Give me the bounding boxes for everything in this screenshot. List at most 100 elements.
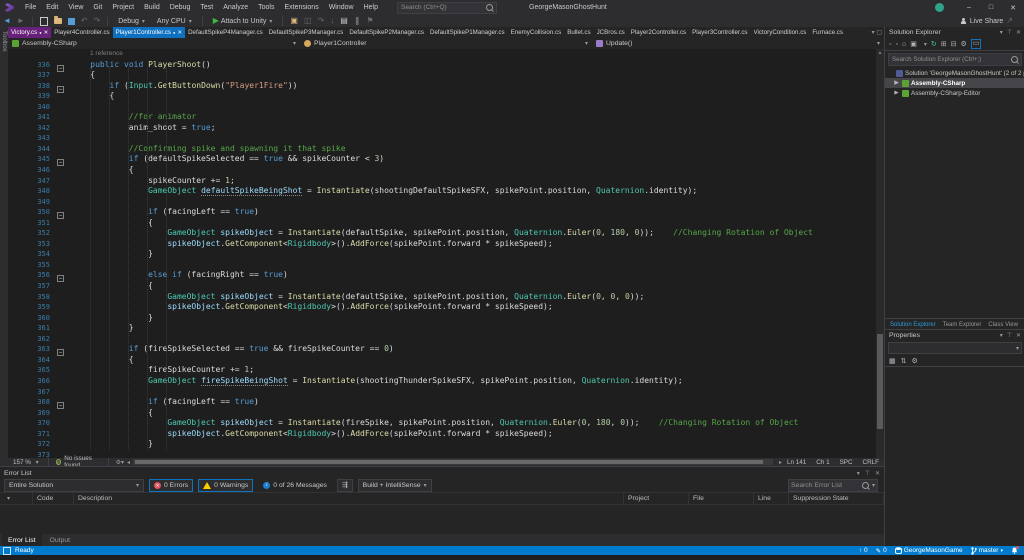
breakpoint-margin[interactable] [8,334,26,345]
breakpoint-margin[interactable] [8,429,26,440]
close-icon[interactable]: ✕ [1016,29,1021,36]
breakpoint-window-icon[interactable]: ◫ [304,16,312,26]
breakpoint-margin[interactable] [8,260,26,271]
window-position-icon[interactable]: ▾ [1000,332,1003,339]
breakpoint-margin[interactable] [8,344,26,355]
menu-extensions[interactable]: Extensions [279,4,323,11]
column-header[interactable]: Code [33,493,74,504]
breakpoint-margin[interactable] [8,397,26,408]
document-tab[interactable]: Player4Controller.cs [51,27,112,38]
code-cleanup-icon[interactable]: ⚙▾ [116,459,124,466]
minimize-button[interactable]: – [958,0,980,15]
breakpoint-margin[interactable] [8,197,26,208]
breakpoint-margin[interactable] [8,91,26,102]
tool-window-tab[interactable]: Output [44,534,76,546]
open-file-icon[interactable] [54,18,62,24]
code-editor[interactable]: 1 reference336− public void PlayerShoot(… [8,49,876,458]
window-position-icon[interactable]: ▾ [857,470,860,477]
menu-file[interactable]: File [20,4,41,11]
document-tab[interactable]: Victory.cs●✕ [8,27,51,38]
editor-horizontal-scrollbar[interactable] [133,459,773,465]
codelens-row[interactable]: 1 reference [8,49,876,60]
tab-list-chevron-icon[interactable]: ▾ [872,29,875,36]
breakpoint-margin[interactable] [8,239,26,250]
redo-icon[interactable]: ↷ [94,16,101,26]
push-count[interactable]: ↑0 [859,547,868,554]
messages-toggle[interactable]: i 0 of 26 Messages [258,479,332,492]
breakpoint-margin[interactable] [8,408,26,419]
background-tasks-icon[interactable] [3,547,11,555]
float-window-icon[interactable]: ▢ [876,29,882,36]
breakpoint-margin[interactable] [8,302,26,313]
close-button[interactable]: ✕ [1002,0,1024,15]
tree-item[interactable]: Solution 'GeorgeMasonGhostHunt' (2 of 2 … [885,68,1024,78]
tree-item[interactable]: ▶Assembly-CSharp [885,78,1024,88]
preview-selected-items-icon[interactable]: ▭ [971,39,982,49]
column-header[interactable]: File [689,493,754,504]
solution-configuration-dropdown[interactable]: Debug▾ [114,16,149,26]
column-header[interactable]: ▾ [0,493,33,504]
breakpoint-margin[interactable] [8,249,26,260]
column-header[interactable]: Description [74,493,624,504]
scroll-up-icon[interactable]: ▲ [876,49,884,57]
member-dropdown[interactable]: Update() ▾ [592,38,884,49]
notifications-bell-icon[interactable] [1011,547,1018,554]
document-tab[interactable]: Player2Controller.cs [628,27,689,38]
maximize-button[interactable]: □ [980,0,1002,15]
menu-window[interactable]: Window [324,4,359,11]
menu-git[interactable]: Git [88,4,107,11]
new-file-icon[interactable] [40,17,48,26]
document-tab[interactable]: DefaultSpikeP2Manager.cs [346,27,427,38]
solution-platform-dropdown[interactable]: Any CPU▾ [153,16,196,26]
breakpoint-margin[interactable] [8,323,26,334]
refresh-icon[interactable]: ⊞ [941,40,947,48]
zoom-level-dropdown[interactable]: 157 % ▾ [13,459,39,466]
scope-dropdown[interactable]: Entire Solution▾ [4,479,144,492]
menu-test[interactable]: Test [195,4,218,11]
document-tab[interactable]: JCBros.cs [594,27,628,38]
breakpoint-margin[interactable] [8,281,26,292]
branch-selector[interactable]: master▾ [971,547,1003,555]
breakpoint-margin[interactable] [8,355,26,366]
document-tab[interactable]: DefaultSpikeP4Manager.cs [185,27,266,38]
solution-explorer-search-box[interactable]: Search Solution Explorer (Ctrl+;) [888,53,1022,66]
document-tab[interactable]: DefaultSpikeP3Manager.cs [266,27,347,38]
close-tab-icon[interactable]: ✕ [177,30,182,36]
breakpoint-margin[interactable] [8,165,26,176]
breakpoint-margin[interactable] [8,133,26,144]
error-list-search-box[interactable]: Search Error List ▾ [788,479,878,492]
panel-tab[interactable]: Team Explorer [940,322,985,328]
home-icon[interactable]: ⌂ [902,41,906,48]
menu-build[interactable]: Build [139,4,165,11]
breakpoint-margin[interactable] [8,218,26,229]
project-dropdown[interactable]: Assembly-CSharp ▾ [8,38,300,49]
alphabetical-icon[interactable]: ⇅ [901,357,907,365]
breakpoint-margin[interactable] [8,365,26,376]
column-header[interactable]: Project [624,493,689,504]
breakpoint-margin[interactable] [8,228,26,239]
class-dropdown[interactable]: Player1Controller ▾ [300,38,592,49]
document-tab[interactable]: VictoryCondition.cs [751,27,810,38]
account-avatar[interactable] [935,3,944,12]
comment-icon[interactable]: ❚ [354,16,361,26]
document-tab[interactable]: Furnace.cs [809,27,846,38]
tool-window-tab[interactable]: Error List [2,534,42,546]
menu-debug[interactable]: Debug [165,4,196,11]
navigate-back-icon[interactable]: ◄ [3,16,11,26]
undo-icon[interactable]: ↶ [81,16,88,26]
scroll-right-icon[interactable]: ▸ [779,459,782,466]
document-tab[interactable]: Player3Controller.cs [689,27,750,38]
expand-arrow-icon[interactable]: ▶ [893,80,900,86]
column-header[interactable]: Suppression State [789,493,884,504]
live-share-label[interactable]: Live Share [970,18,1003,25]
breakpoint-margin[interactable] [8,123,26,134]
save-icon[interactable] [68,18,75,25]
menu-help[interactable]: Help [359,4,383,11]
menu-analyze[interactable]: Analyze [218,4,253,11]
close-tab-icon[interactable]: ✕ [44,30,49,36]
sync-with-active-document-icon[interactable]: ↻ [931,40,937,48]
column-header[interactable]: Line [754,493,789,504]
panel-tab[interactable]: Solution Explorer [887,322,939,328]
forward-icon[interactable]: ◦ [895,41,897,48]
breakpoint-margin[interactable] [8,418,26,429]
